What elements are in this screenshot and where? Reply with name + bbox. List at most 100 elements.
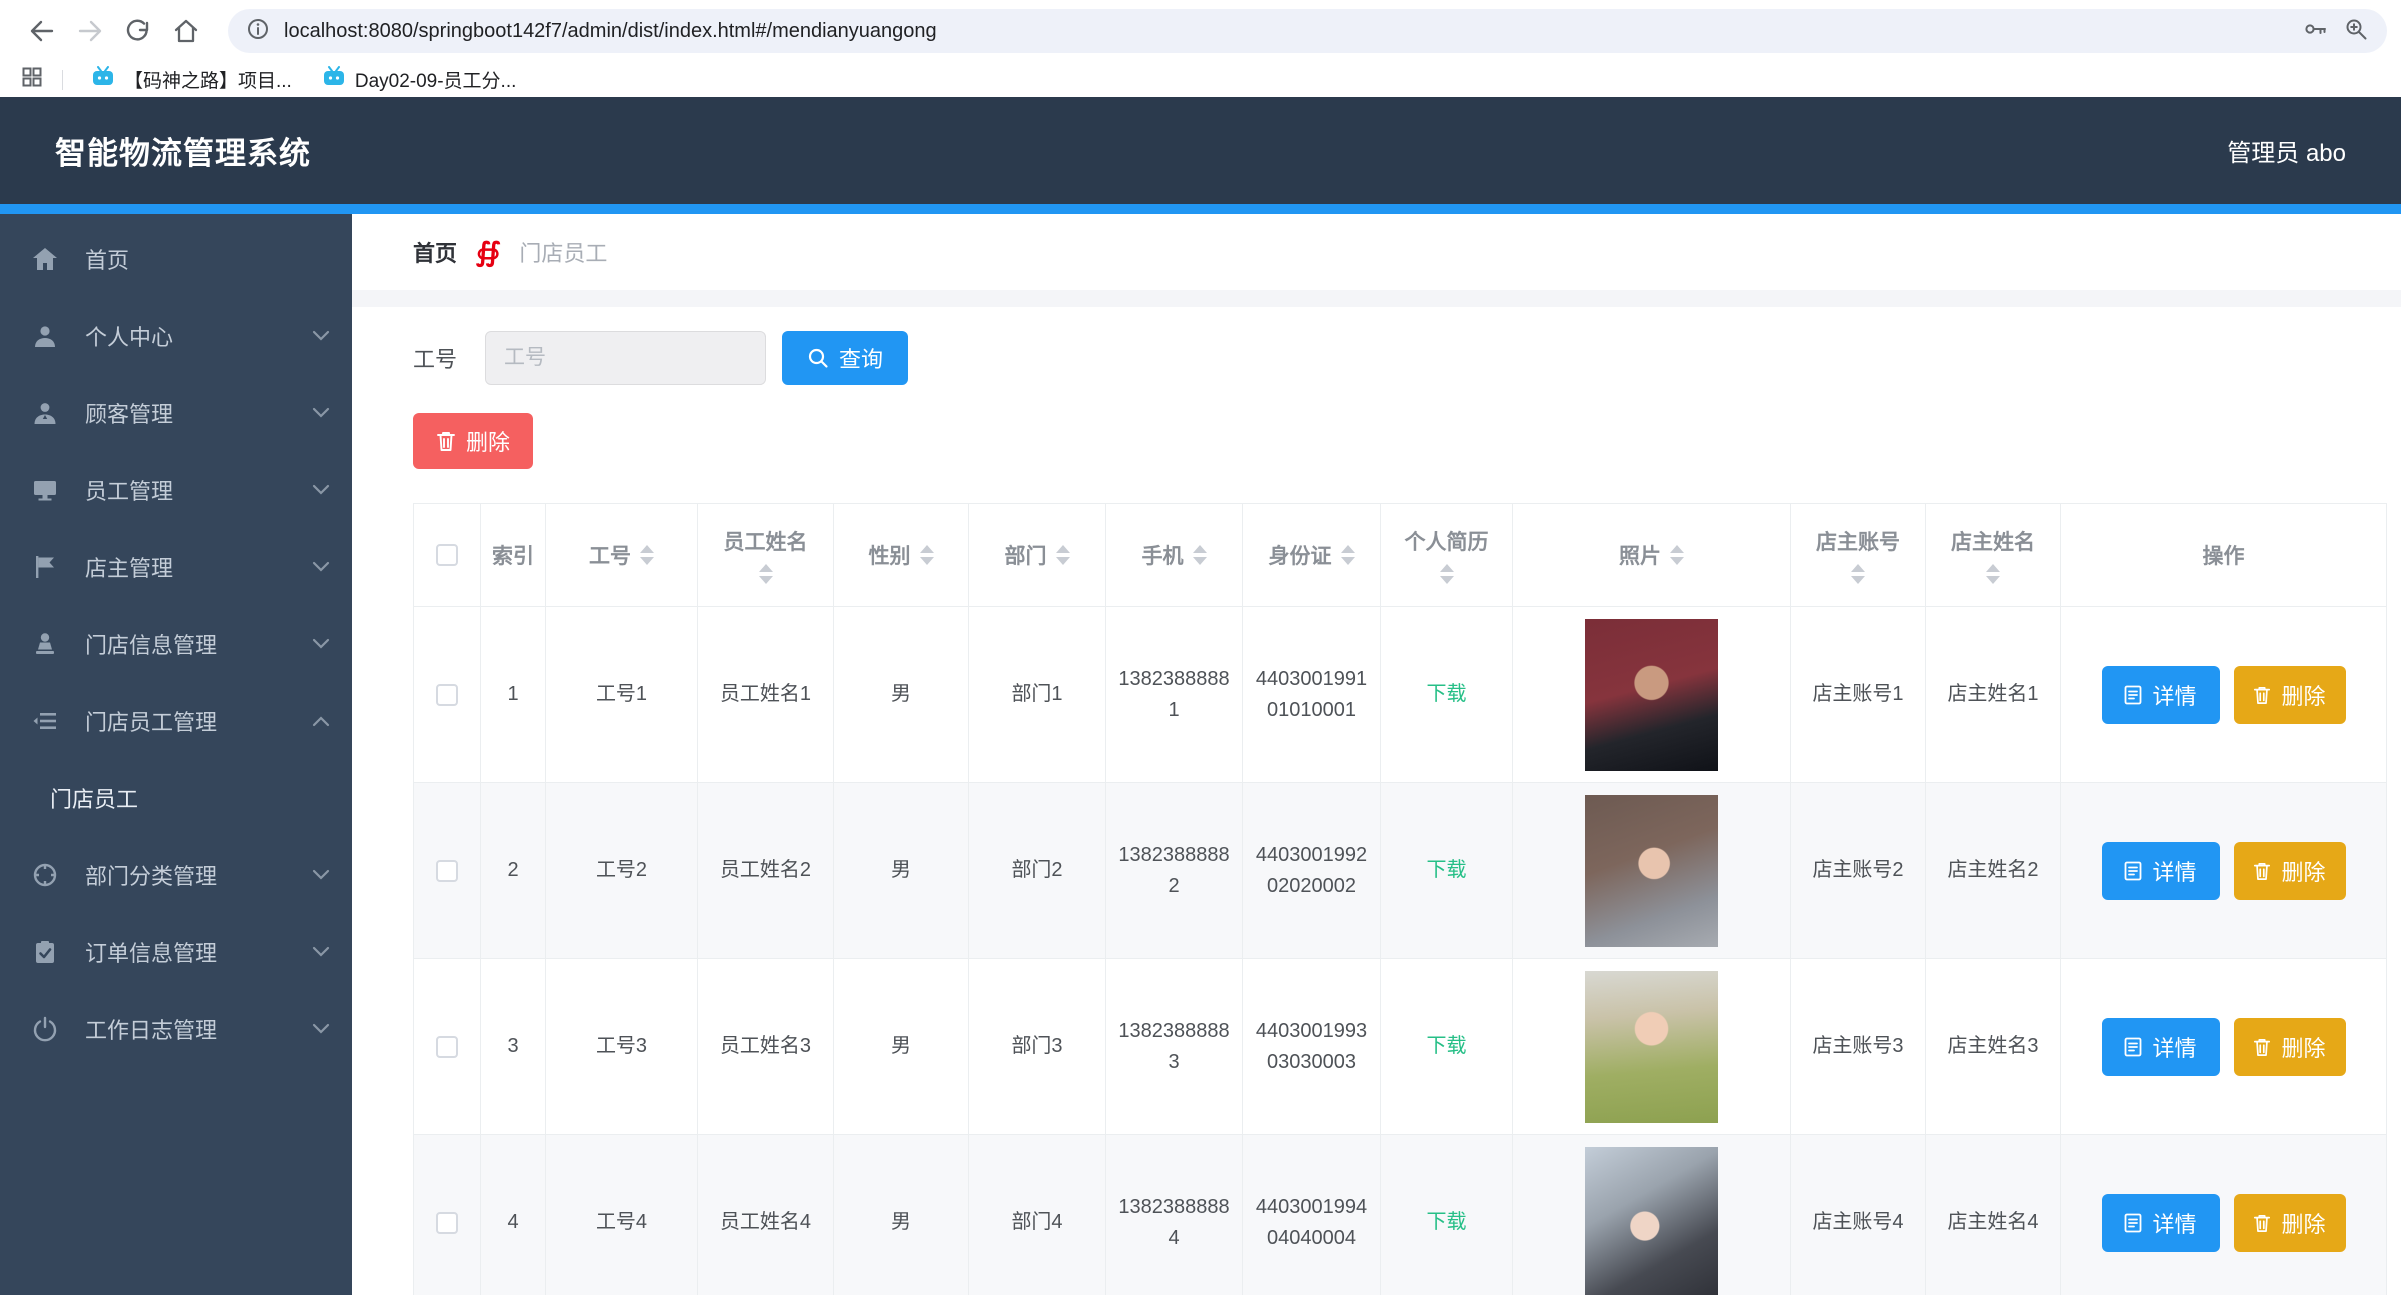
detail-button[interactable]: 详情 <box>2102 1018 2220 1076</box>
row-delete-button[interactable]: 删除 <box>2234 1018 2346 1076</box>
sort-carets-icon[interactable] <box>1193 545 1207 565</box>
chevron-down-icon <box>312 484 330 496</box>
url-text[interactable]: localhost:8080/springboot142f7/admin/dis… <box>284 20 937 43</box>
sidebar-item-worklog-mgmt[interactable]: 工作日志管理 <box>0 990 352 1067</box>
site-info-icon[interactable] <box>246 17 270 46</box>
bookmark-item[interactable]: Day02-09-员工分... <box>312 66 527 93</box>
search-field-label: 工号 <box>413 342 457 374</box>
url-bar[interactable]: localhost:8080/springboot142f7/admin/dis… <box>228 9 2387 53</box>
sidebar-subitem-store-employee[interactable]: 门店员工 <box>0 759 352 836</box>
bookmarks-divider <box>62 70 63 90</box>
chevron-down-icon <box>312 946 330 958</box>
zoom-page-icon[interactable] <box>2343 16 2369 47</box>
sidebar-item-store-employee-mgmt[interactable]: 门店员工管理 <box>0 682 352 759</box>
sort-carets-icon[interactable] <box>1670 545 1684 565</box>
home-icon <box>32 246 58 272</box>
home-toolbar-icon[interactable] <box>166 11 206 51</box>
column-header-phone[interactable]: 手机 <box>1106 504 1243 607</box>
password-key-icon[interactable] <box>2303 16 2329 47</box>
sidebar-subitem-label: 门店员工 <box>50 782 352 814</box>
detail-button[interactable]: 详情 <box>2102 842 2220 900</box>
apps-grid-icon[interactable] <box>20 65 44 94</box>
cell-phone: 13823888882 <box>1106 783 1243 959</box>
trash-icon <box>2253 1037 2271 1057</box>
current-user[interactable]: 管理员 abo <box>2227 133 2346 168</box>
cell-dept: 部门4 <box>969 1135 1106 1295</box>
row-checkbox[interactable] <box>436 1212 458 1234</box>
column-header-job-no[interactable]: 工号 <box>546 504 698 607</box>
bookmark-item[interactable]: 【码神之路】项目... <box>81 66 302 93</box>
row-delete-button[interactable]: 删除 <box>2234 1194 2346 1252</box>
document-icon <box>2124 1037 2142 1057</box>
row-delete-button[interactable]: 删除 <box>2234 666 2346 724</box>
chevron-down-icon <box>312 561 330 573</box>
cell-name: 员工姓名2 <box>698 783 834 959</box>
sidebar-item-home[interactable]: 首页 <box>0 220 352 297</box>
browser-toolbar: localhost:8080/springboot142f7/admin/dis… <box>0 0 2401 62</box>
employee-photo[interactable] <box>1585 1147 1718 1295</box>
sort-carets-icon[interactable] <box>1341 545 1355 565</box>
detail-button[interactable]: 详情 <box>2102 1194 2220 1252</box>
column-header-owner-name[interactable]: 店主姓名 <box>1926 504 2061 607</box>
sort-carets-icon[interactable] <box>1056 545 1070 565</box>
cell-job-no: 工号1 <box>546 607 698 783</box>
sidebar-item-personal-center[interactable]: 个人中心 <box>0 297 352 374</box>
sidebar-item-employee-mgmt[interactable]: 员工管理 <box>0 451 352 528</box>
chevron-down-icon <box>312 407 330 419</box>
table-header-row: 索引 工号 员工姓名 性别 部门 手机 身份证 个人简历 照片 店主账号 店主姓… <box>414 504 2387 607</box>
breadcrumb-home[interactable]: 首页 <box>413 236 457 268</box>
column-header-name[interactable]: 员工姓名 <box>698 504 834 607</box>
resume-download-link[interactable]: 下载 <box>1427 859 1467 881</box>
chevron-down-icon <box>312 869 330 881</box>
cell-phone: 13823888884 <box>1106 1135 1243 1295</box>
cell-idcard: 440300199303030003 <box>1243 959 1381 1135</box>
employee-photo[interactable] <box>1585 795 1718 947</box>
query-button[interactable]: 查询 <box>782 331 908 385</box>
sidebar-item-customer-mgmt[interactable]: 顾客管理 <box>0 374 352 451</box>
resume-download-link[interactable]: 下载 <box>1427 1035 1467 1057</box>
sort-carets-icon[interactable] <box>1440 564 1454 584</box>
employee-photo[interactable] <box>1585 619 1718 771</box>
employee-photo[interactable] <box>1585 971 1718 1123</box>
table-row: 2 工号2 员工姓名2 男 部门2 13823888882 4403001992… <box>414 783 2387 959</box>
sort-carets-icon[interactable] <box>759 564 773 584</box>
sidebar-item-department-mgmt[interactable]: 部门分类管理 <box>0 836 352 913</box>
forward-icon[interactable] <box>70 11 110 51</box>
sidebar-item-owner-mgmt[interactable]: 店主管理 <box>0 528 352 605</box>
store-info-icon <box>32 631 58 657</box>
cell-phone: 13823888881 <box>1106 607 1243 783</box>
sidebar-item-store-info-mgmt[interactable]: 门店信息管理 <box>0 605 352 682</box>
sort-carets-icon[interactable] <box>920 545 934 565</box>
column-header-dept[interactable]: 部门 <box>969 504 1106 607</box>
row-checkbox[interactable] <box>436 684 458 706</box>
column-header-resume[interactable]: 个人简历 <box>1381 504 1513 607</box>
select-all-checkbox[interactable] <box>436 544 458 566</box>
row-checkbox[interactable] <box>436 1036 458 1058</box>
row-delete-button[interactable]: 删除 <box>2234 842 2346 900</box>
column-header-idcard[interactable]: 身份证 <box>1243 504 1381 607</box>
resume-download-link[interactable]: 下载 <box>1427 683 1467 705</box>
bulk-delete-button[interactable]: 删除 <box>413 413 533 469</box>
resume-download-link[interactable]: 下载 <box>1427 1211 1467 1233</box>
sidebar-item-order-mgmt[interactable]: 订单信息管理 <box>0 913 352 990</box>
sort-carets-icon[interactable] <box>1851 564 1865 584</box>
trash-icon <box>2253 685 2271 705</box>
cell-owner-name: 店主姓名2 <box>1926 783 2061 959</box>
reload-icon[interactable] <box>118 11 158 51</box>
bookmarks-bar: 【码神之路】项目... Day02-09-员工分... <box>0 62 2401 97</box>
job-number-input[interactable] <box>485 331 766 385</box>
detail-button[interactable]: 详情 <box>2102 666 2220 724</box>
sidebar-item-label: 订单信息管理 <box>85 936 312 968</box>
cell-gender: 男 <box>834 607 969 783</box>
row-checkbox[interactable] <box>436 860 458 882</box>
column-header-photo[interactable]: 照片 <box>1513 504 1791 607</box>
cell-owner-account: 店主账号2 <box>1791 783 1926 959</box>
cell-name: 员工姓名4 <box>698 1135 834 1295</box>
column-header-owner-account[interactable]: 店主账号 <box>1791 504 1926 607</box>
column-header-gender[interactable]: 性别 <box>834 504 969 607</box>
back-icon[interactable] <box>22 11 62 51</box>
sort-carets-icon[interactable] <box>1986 564 2000 584</box>
app-title: 智能物流管理系统 <box>55 128 311 173</box>
sort-carets-icon[interactable] <box>640 545 654 565</box>
cell-owner-name: 店主姓名3 <box>1926 959 2061 1135</box>
